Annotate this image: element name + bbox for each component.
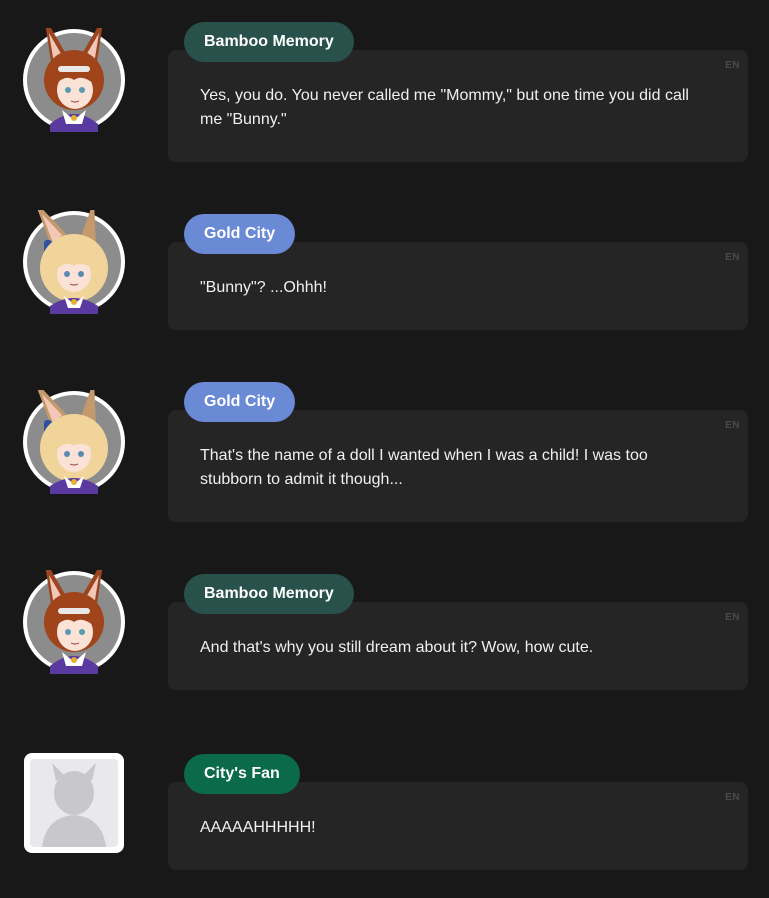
message-text: That's the name of a doll I wanted when …: [200, 447, 648, 488]
message-text: "Bunny"? ...Ohhh!: [200, 279, 327, 296]
bamboo-memory-avatar-icon: [22, 28, 126, 132]
message-text: And that's why you still dream about it?…: [200, 639, 594, 656]
message-bubble: EN That's the name of a doll I wanted wh…: [168, 410, 748, 522]
gold-city-avatar-icon: [22, 210, 126, 314]
gold-city-avatar-icon: [22, 390, 126, 494]
message-bubble: EN And that's why you still dream about …: [168, 602, 748, 690]
language-badge: EN: [725, 420, 740, 431]
language-badge: EN: [725, 612, 740, 623]
bamboo-memory-avatar-icon: [22, 570, 126, 674]
message-text: Yes, you do. You never called me "Mommy,…: [200, 87, 689, 128]
dialogue-feed: EN Yes, you do. You never called me "Mom…: [0, 0, 769, 898]
speaker-name-tag: Bamboo Memory: [184, 22, 354, 62]
language-badge: EN: [725, 252, 740, 263]
language-badge: EN: [725, 792, 740, 803]
message-text: AAAAAHHHHH!: [200, 819, 316, 836]
message-bubble: EN Yes, you do. You never called me "Mom…: [168, 50, 748, 162]
speaker-name-tag: Gold City: [184, 382, 296, 422]
message-bubble: EN "Bunny"? ...Ohhh!: [168, 242, 748, 330]
generic-silhouette-avatar-icon: [22, 751, 126, 855]
speaker-name-tag: Gold City: [184, 214, 296, 254]
speaker-name-tag: City's Fan: [184, 754, 300, 794]
speaker-name-tag: Bamboo Memory: [184, 574, 354, 614]
message-bubble: EN AAAAAHHHHH!: [168, 782, 748, 870]
language-badge: EN: [725, 60, 740, 71]
